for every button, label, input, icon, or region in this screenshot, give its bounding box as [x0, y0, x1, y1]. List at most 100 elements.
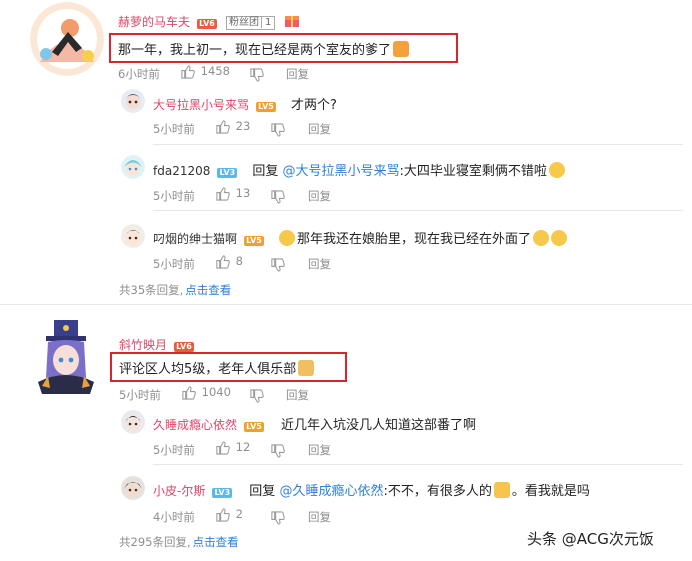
thumb-up-icon — [182, 386, 196, 400]
dislike-button[interactable] — [249, 65, 264, 84]
reply-button[interactable]: 回复 — [308, 443, 331, 457]
reply-button[interactable]: 回复 — [308, 257, 331, 271]
thumb-up-icon — [216, 187, 230, 201]
avatar[interactable] — [30, 2, 104, 76]
dislike-button[interactable] — [270, 508, 285, 527]
thumb-up-icon — [216, 508, 230, 522]
divider — [153, 144, 683, 145]
dislike-button[interactable] — [249, 386, 264, 405]
view-more-link[interactable]: 点击查看 — [193, 535, 239, 549]
reply-time: 5小时前 — [153, 122, 195, 136]
thumb-up-icon — [216, 120, 230, 134]
level-badge: LV3 — [212, 488, 233, 498]
avatar[interactable] — [121, 89, 145, 113]
reply-count: 共295条回复, — [119, 535, 191, 549]
sweat-emoji — [548, 162, 565, 178]
divider — [153, 464, 683, 465]
dislike-button[interactable] — [270, 441, 285, 460]
reply-button[interactable]: 回复 — [308, 510, 331, 524]
username[interactable]: 久睡成瘾心依然 — [153, 418, 237, 432]
username[interactable]: 斜竹映月 — [119, 338, 167, 352]
dislike-button[interactable] — [270, 187, 285, 206]
mention-link[interactable]: @大号拉黑小号来骂 — [282, 164, 399, 179]
like-button[interactable]: 1040 — [181, 385, 231, 400]
like-count: 1040 — [201, 385, 231, 399]
dislike-button[interactable] — [270, 120, 285, 139]
like-count: 13 — [235, 186, 251, 200]
username[interactable]: 小皮-尔斯 — [153, 484, 205, 498]
like-count: 12 — [235, 440, 251, 454]
thumb-up-icon — [216, 441, 230, 455]
reply-button[interactable]: 回复 — [308, 122, 331, 136]
doge-emoji — [298, 360, 315, 376]
username[interactable]: 赫萝的马车夫 — [118, 15, 190, 29]
reply-button[interactable]: 回复 — [308, 189, 331, 203]
reply-text: 近几年入坑没几人知道这部番了啊 — [280, 418, 476, 433]
dislike-button[interactable] — [270, 255, 285, 274]
fan-badge-level: 1 — [260, 17, 275, 28]
watermark: 头条 @ACG次元饭 — [527, 530, 654, 548]
level-badge: LV6 — [197, 19, 217, 29]
avatar[interactable] — [121, 155, 145, 179]
avatar[interactable] — [26, 316, 106, 396]
level-badge: LV5 — [244, 236, 264, 246]
comment-text: 那一年，我上初一，现在已经是两个室友的爹了 — [118, 43, 392, 58]
reply-prefix: 回复 — [249, 484, 276, 499]
crying-emoji — [550, 230, 567, 246]
thumb-down-icon — [250, 68, 264, 82]
crying-emoji — [278, 230, 295, 246]
reply-text: 那年我还在娘胎里，现在我已经在外面了 — [296, 232, 531, 247]
reply-time: 5小时前 — [153, 443, 195, 457]
thumb-up-icon — [181, 65, 195, 79]
like-button[interactable]: 8 — [215, 254, 243, 269]
reply-text: :不不，有很多人的 — [383, 484, 492, 499]
username[interactable]: fda21208 — [153, 164, 210, 178]
reply-time: 4小时前 — [153, 510, 195, 524]
avatar[interactable] — [121, 476, 145, 500]
like-button[interactable]: 12 — [215, 440, 250, 455]
gift-icon — [284, 13, 300, 32]
level-badge: LV5 — [244, 422, 264, 432]
avatar[interactable] — [121, 224, 145, 248]
fan-badge[interactable]: 粉丝团 1 — [225, 16, 276, 30]
like-count: 8 — [235, 254, 243, 268]
reply-text: 才两个? — [290, 98, 337, 113]
username[interactable]: 叼烟的绅士猫啊 — [153, 232, 237, 246]
thumb-down-icon — [271, 190, 285, 204]
comment-text: 评论区人均5级，老年人俱乐部 — [119, 362, 297, 377]
reply-button[interactable]: 回复 — [286, 67, 309, 81]
reply-button[interactable]: 回复 — [286, 388, 309, 402]
thumb-down-icon — [271, 511, 285, 525]
crying-emoji — [532, 230, 549, 246]
like-count: 1458 — [200, 64, 230, 78]
like-button[interactable]: 2 — [215, 507, 243, 522]
divider — [0, 304, 692, 305]
like-button[interactable]: 23 — [215, 119, 250, 134]
comment-time: 5小时前 — [119, 388, 161, 402]
like-count: 2 — [235, 507, 243, 521]
thumb-down-icon — [271, 123, 285, 137]
cat-emoji — [493, 482, 510, 498]
thumb-down-icon — [271, 444, 285, 458]
reply-text-tail: 。看我就是吗 — [511, 484, 590, 499]
username[interactable]: 大号拉黑小号来骂 — [153, 98, 249, 112]
mention-link[interactable]: @久睡成瘾心依然 — [279, 484, 383, 499]
thumb-up-icon — [216, 255, 230, 269]
like-count: 23 — [235, 119, 251, 133]
level-badge: LV3 — [217, 168, 238, 178]
thumb-down-icon — [250, 389, 264, 403]
view-more-link[interactable]: 点击查看 — [185, 283, 231, 297]
reply-text: :大四毕业寝室剩俩不错啦 — [399, 164, 547, 179]
like-button[interactable]: 1458 — [180, 64, 230, 79]
reply-time: 5小时前 — [153, 257, 195, 271]
reply-prefix: 回复 — [252, 164, 279, 179]
level-badge: LV5 — [256, 102, 276, 112]
reply-count: 共35条回复, — [119, 283, 184, 297]
fan-badge-label: 粉丝团 — [228, 17, 259, 28]
avatar[interactable] — [121, 410, 145, 434]
divider — [153, 210, 683, 211]
fire-emoji — [393, 41, 410, 57]
like-button[interactable]: 13 — [215, 186, 250, 201]
level-badge: LV6 — [174, 342, 194, 352]
thumb-down-icon — [271, 258, 285, 272]
